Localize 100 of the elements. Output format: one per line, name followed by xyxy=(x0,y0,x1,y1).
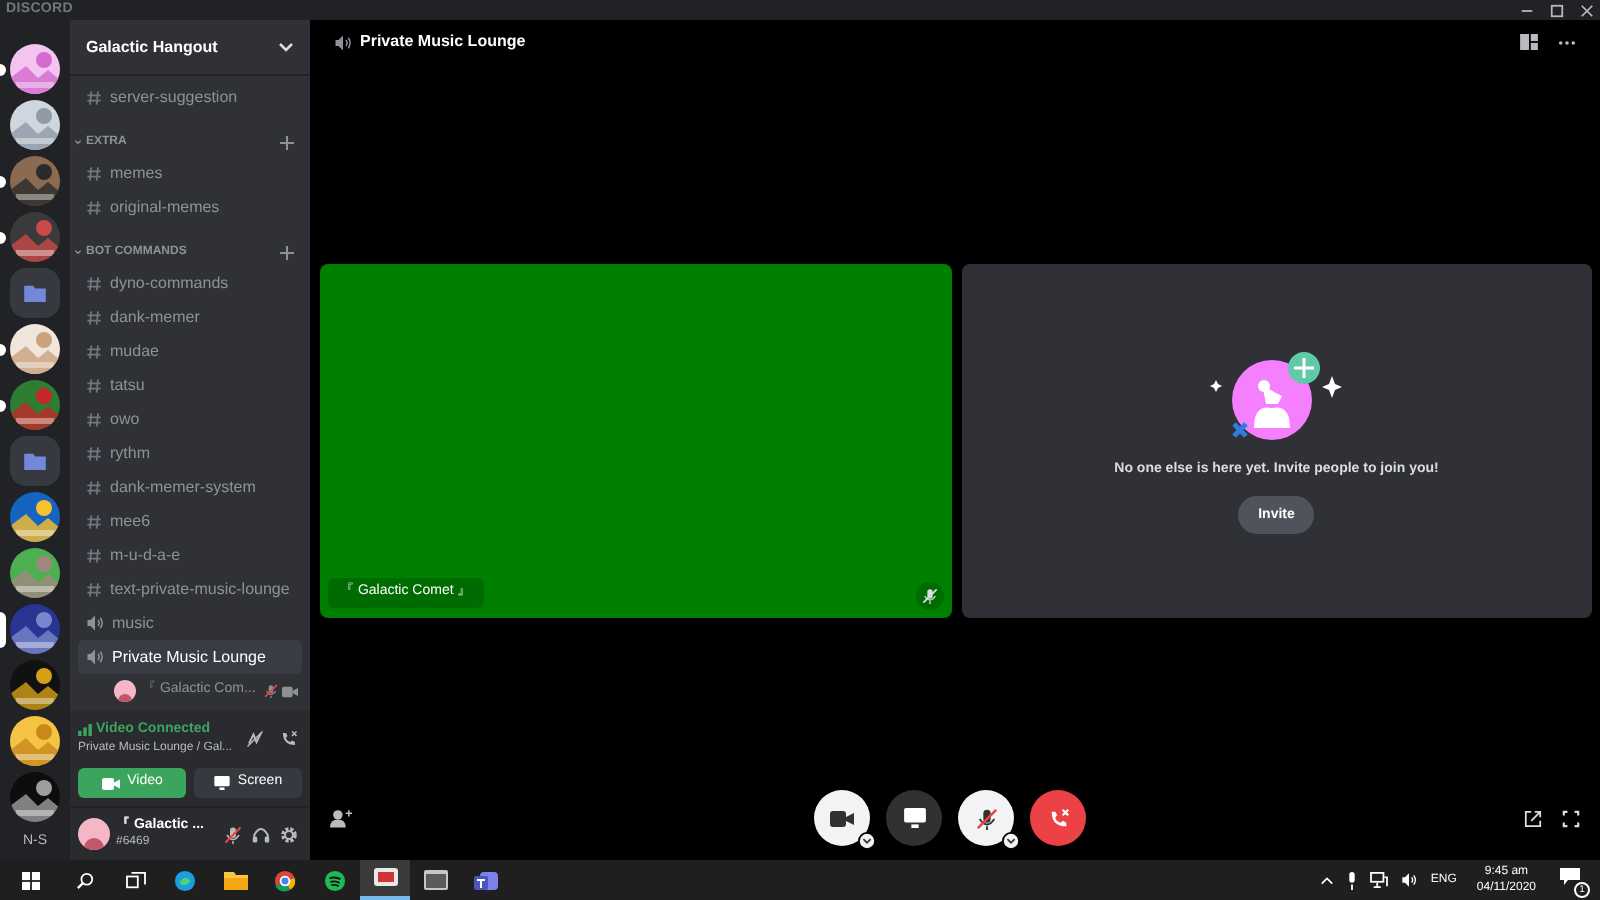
chat-app-icon xyxy=(373,868,397,888)
caret-icon[interactable] xyxy=(1002,832,1020,850)
chevron-down-icon xyxy=(74,138,82,146)
channel-item[interactable]: dyno-commands xyxy=(78,266,302,300)
hash-icon xyxy=(86,445,102,461)
unread-indicator xyxy=(0,63,6,75)
folder-icon xyxy=(223,870,247,890)
server-icon[interactable] xyxy=(10,492,60,542)
screen-icon xyxy=(903,808,925,828)
channel-item[interactable]: server-suggestion xyxy=(78,80,302,114)
chevron-down-icon xyxy=(74,248,82,256)
server-icon[interactable] xyxy=(10,324,60,374)
mute-button[interactable] xyxy=(958,790,1014,846)
hang-up-icon xyxy=(1047,807,1069,829)
hash-icon xyxy=(86,411,102,427)
chevron-down-icon[interactable] xyxy=(278,41,294,53)
muted-microphone-icon xyxy=(975,807,997,829)
server-icon[interactable] xyxy=(10,548,60,598)
server-name[interactable]: Galactic Hangout xyxy=(86,35,218,59)
camera-button[interactable] xyxy=(814,790,870,846)
settings-icon[interactable] xyxy=(280,825,298,843)
speaker-icon xyxy=(86,614,104,632)
channel-item[interactable]: dank-memer xyxy=(78,300,302,334)
disconnect-icon[interactable] xyxy=(280,729,298,748)
windows-logo-icon xyxy=(21,871,39,889)
hash-icon xyxy=(86,199,102,215)
speaker-icon xyxy=(334,33,352,51)
disconnect-button[interactable] xyxy=(1030,790,1086,846)
server-icon[interactable] xyxy=(10,716,60,766)
channel-item[interactable]: rythm xyxy=(78,436,302,470)
headphones-icon[interactable] xyxy=(252,825,270,843)
channel-item[interactable]: music xyxy=(78,606,302,640)
unread-indicator xyxy=(0,611,6,647)
close-icon[interactable] xyxy=(1580,3,1594,17)
add-person-icon[interactable] xyxy=(330,808,352,828)
server-icon[interactable] xyxy=(10,380,60,430)
folder-icon xyxy=(24,284,46,302)
notification-icon xyxy=(1560,868,1580,886)
channel-item[interactable]: owo xyxy=(78,402,302,436)
hash-icon xyxy=(86,89,102,105)
task-view-icon xyxy=(125,871,145,889)
server-icon[interactable] xyxy=(10,604,60,654)
plus-icon[interactable] xyxy=(280,245,294,259)
folder-icon xyxy=(24,452,46,470)
hash-icon xyxy=(86,513,102,529)
more-icon[interactable] xyxy=(1558,39,1576,45)
server-icon[interactable] xyxy=(10,100,60,150)
server-folder[interactable] xyxy=(10,436,60,486)
noise-suppression-icon[interactable] xyxy=(246,729,264,748)
channel-item[interactable]: original-memes xyxy=(78,190,302,224)
channel-item[interactable]: m-u-d-a-e xyxy=(78,538,302,572)
camera-icon xyxy=(830,809,854,827)
channel-item[interactable]: dank-memer-system xyxy=(78,470,302,504)
edge-icon xyxy=(174,869,196,891)
unread-indicator xyxy=(0,343,6,355)
maximize-icon[interactable] xyxy=(1550,3,1564,17)
channel-item[interactable]: memes xyxy=(78,156,302,190)
screen-icon xyxy=(213,776,230,790)
window-icon xyxy=(423,870,447,890)
server-icon[interactable] xyxy=(10,44,60,94)
avatar[interactable] xyxy=(78,818,110,850)
server-icon[interactable] xyxy=(10,212,60,262)
unread-indicator xyxy=(0,175,6,187)
taskbar-app[interactable] xyxy=(360,860,410,900)
hash-icon xyxy=(86,479,102,495)
speaker-icon[interactable] xyxy=(1400,872,1419,888)
screen-share-button[interactable] xyxy=(886,790,942,846)
channel-item[interactable]: Private Music Lounge xyxy=(78,640,302,674)
avatar xyxy=(114,680,136,702)
hash-icon xyxy=(86,581,102,597)
network-icon[interactable] xyxy=(1370,872,1389,888)
chevron-up-icon[interactable] xyxy=(1320,875,1335,885)
unread-indicator xyxy=(0,231,6,243)
chrome-icon xyxy=(274,869,296,891)
plus-icon[interactable] xyxy=(280,135,294,149)
hash-icon xyxy=(86,343,102,359)
teams-icon xyxy=(473,869,497,891)
server-icon[interactable] xyxy=(10,772,60,822)
fullscreen-icon[interactable] xyxy=(1562,809,1580,827)
camera-icon xyxy=(101,777,120,789)
signal-icon xyxy=(78,723,92,736)
muted-microphone-icon[interactable] xyxy=(224,825,242,843)
server-folder[interactable] xyxy=(10,268,60,318)
channel-item[interactable]: text-private-music-lounge xyxy=(78,572,302,606)
muted-microphone-icon xyxy=(921,588,937,604)
channel-title: Private Music Lounge xyxy=(360,30,526,54)
channel-item[interactable]: mee6 xyxy=(78,504,302,538)
hash-icon xyxy=(86,547,102,563)
unread-indicator xyxy=(0,399,6,411)
microphone-icon[interactable] xyxy=(1346,871,1359,889)
speaker-icon xyxy=(86,648,104,666)
hash-icon xyxy=(86,377,102,393)
channel-item[interactable]: tatsu xyxy=(78,368,302,402)
layout-icon[interactable] xyxy=(1520,34,1538,50)
channel-item[interactable]: mudae xyxy=(78,334,302,368)
invite-people-drawing xyxy=(1206,347,1347,444)
caret-icon[interactable] xyxy=(858,832,876,850)
pop-out-icon[interactable] xyxy=(1524,809,1542,827)
search-icon xyxy=(76,871,94,889)
server-icon[interactable] xyxy=(10,660,60,710)
